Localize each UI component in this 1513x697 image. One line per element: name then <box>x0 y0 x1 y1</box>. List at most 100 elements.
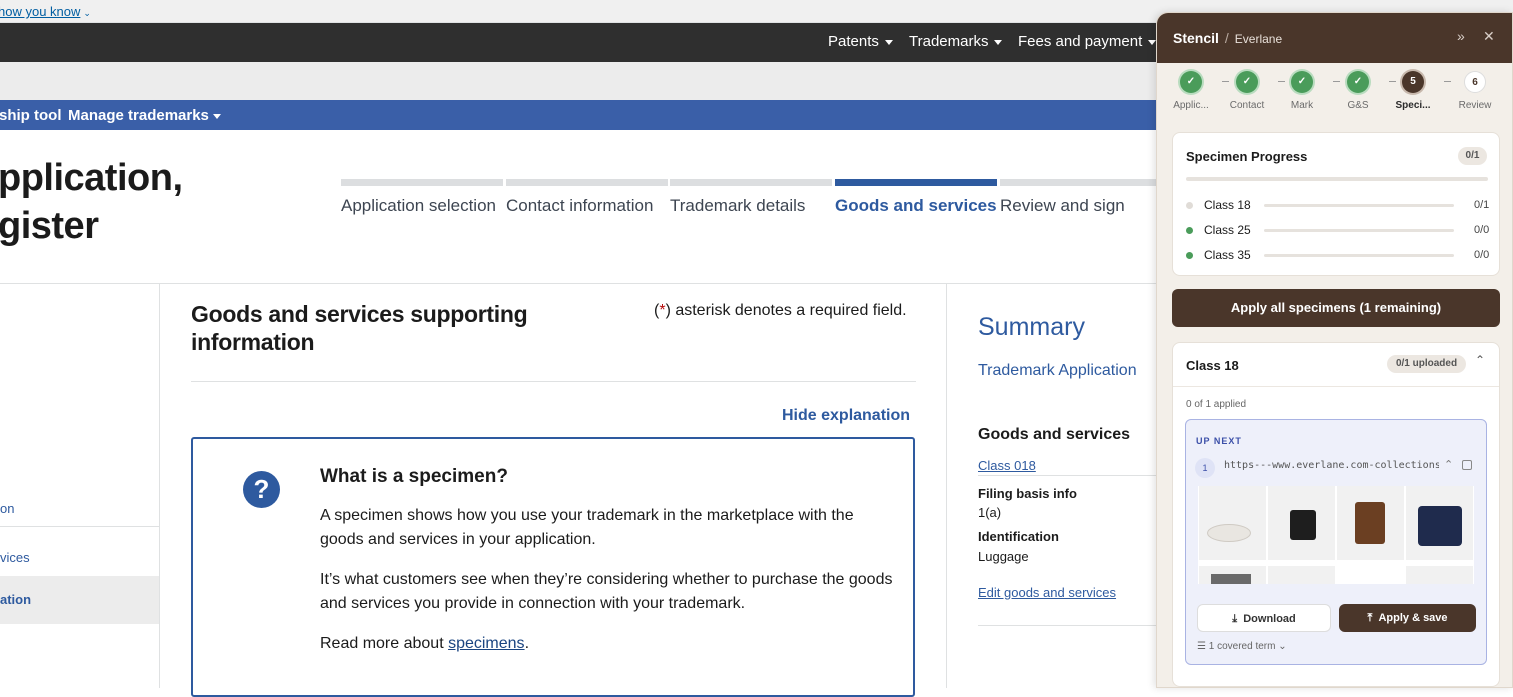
thumbnail-empty <box>1406 566 1473 584</box>
nav-trademarks-label: Trademarks <box>909 33 989 50</box>
class-progress-label: Class 25 <box>1204 223 1251 237</box>
specimen-paragraph-3: Read more about specimens. <box>320 632 900 656</box>
close-icon[interactable]: ✕ <box>1483 28 1495 45</box>
divider <box>978 625 1160 626</box>
bag-shape <box>1418 506 1462 546</box>
up-next-card: UP NEXT 1 https---www.everlane.com-colle… <box>1185 419 1487 665</box>
subnav-manage-trademarks[interactable]: Manage trademarks <box>68 107 221 124</box>
class-progress-bar <box>1264 229 1454 232</box>
sidebar-divider <box>0 526 159 527</box>
stencil-step-label: G&S <box>1347 100 1369 111</box>
covered-term-label: 1 covered term <box>1208 641 1276 652</box>
trademark-application-link[interactable]: Trademark Application <box>978 362 1137 380</box>
bag-shape <box>1290 510 1316 540</box>
download-label: Download <box>1243 613 1296 625</box>
class-progress-label: Class 35 <box>1204 248 1251 262</box>
breadcrumb-separator: / <box>1224 30 1229 46</box>
status-dot <box>1186 202 1193 209</box>
bag-shape <box>1355 502 1385 544</box>
step-label: Contact information <box>506 196 654 215</box>
nav-fees[interactable]: Fees and payment <box>1018 33 1157 50</box>
thumbnail-navy-tote[interactable] <box>1406 486 1473 560</box>
subnav-manage-label: Manage trademarks <box>68 107 209 124</box>
step-trademark-details: Trademark details <box>670 179 832 215</box>
sidebar-item-2[interactable]: vices <box>0 534 159 582</box>
thumbnail-gray-bag[interactable] <box>1199 566 1266 584</box>
step-number: 5 <box>1402 71 1424 93</box>
class-progress-bar <box>1264 204 1454 207</box>
chevron-up-icon[interactable]: ⌃ <box>1475 353 1485 367</box>
step-label: Trademark details <box>670 196 806 215</box>
bag-shape <box>1211 574 1251 584</box>
period: . <box>524 635 530 652</box>
apply-save-button[interactable]: ⤒ Apply & save <box>1339 604 1476 632</box>
stencil-step-4[interactable]: ✓ G&S <box>1330 71 1386 111</box>
stencil-step-3[interactable]: ✓ Mark <box>1274 71 1330 111</box>
step-review-and-sign: Review and sign <box>1000 179 1162 215</box>
step-bar <box>670 179 832 186</box>
thumbnail-belt-bag[interactable] <box>1199 486 1266 560</box>
how-you-know-link[interactable]: how you know ⌄ <box>0 4 91 19</box>
specimen-progress-card: Specimen Progress 0/1 Class 18 0/1 Class 2… <box>1172 132 1500 276</box>
class-progress-count: 0/0 <box>1474 224 1490 236</box>
specimen-title: What is a specimen? <box>320 466 508 487</box>
status-dot <box>1186 227 1193 234</box>
check-icon: ✓ <box>1291 71 1313 93</box>
chevron-up-icon[interactable]: ⌃ <box>1444 458 1453 471</box>
caret-down-icon <box>994 39 1003 45</box>
copy-icon[interactable] <box>1462 460 1472 470</box>
stencil-step-label: Applic... <box>1173 100 1209 111</box>
divider <box>191 381 916 382</box>
progress-badge: 0/1 <box>1458 147 1487 165</box>
specimen-paragraph-2: It’s what customers see when they’re con… <box>320 571 893 612</box>
identification-value: Luggage <box>978 549 1029 564</box>
nav-trademarks[interactable]: Trademarks <box>909 33 1003 50</box>
thumbnail-brown-tote[interactable] <box>1337 486 1404 560</box>
stencil-step-5[interactable]: 5 Speci... <box>1385 71 1441 111</box>
class-progress-bar <box>1264 254 1454 257</box>
thumbnail-white-bag[interactable] <box>1268 566 1335 584</box>
edit-goods-link[interactable]: Edit goods and services <box>978 585 1116 600</box>
divider <box>978 475 1160 476</box>
stencil-step-label: Contact <box>1229 100 1265 111</box>
stencil-step-6[interactable]: 6 Review <box>1447 71 1503 111</box>
stencil-step-1[interactable]: ✓ Applic... <box>1163 71 1219 111</box>
up-next-label: UP NEXT <box>1196 436 1242 446</box>
class-card-title: Class 18 <box>1186 358 1239 373</box>
step-application-selection: Application selection <box>341 179 503 215</box>
stencil-step-2[interactable]: ✓ Contact <box>1219 71 1275 111</box>
specimen-explanation-box: ? What is a specimen? A specimen shows h… <box>191 437 915 697</box>
status-dot <box>1186 252 1193 259</box>
apply-all-specimens-button[interactable]: Apply all specimens (1 remaining) <box>1172 289 1500 327</box>
class-018-link[interactable]: Class 018 <box>978 458 1036 473</box>
download-icon: ⤓ <box>1232 613 1238 625</box>
specimens-link[interactable]: specimens <box>448 635 524 652</box>
step-bar <box>835 179 997 186</box>
class-progress-count: 0/0 <box>1474 249 1490 261</box>
company-name: Everlane <box>1234 32 1283 46</box>
subnav-tool-link[interactable]: ship tool <box>0 107 62 124</box>
divider <box>1173 386 1499 387</box>
section-heading: Goods and services supporting informatio… <box>191 301 528 355</box>
apply-save-label: Apply & save <box>1378 612 1448 624</box>
specimen-paragraph-1: A specimen shows how you use your tradem… <box>320 507 854 548</box>
list-icon: ☰ <box>1197 641 1206 652</box>
download-button[interactable]: ⤓ Download <box>1197 604 1331 632</box>
uploaded-badge: 0/1 uploaded <box>1387 355 1466 373</box>
sidebar-item-active[interactable]: ation <box>0 576 159 624</box>
check-icon: ✓ <box>1236 71 1258 93</box>
covered-term-toggle[interactable]: ☰ 1 covered term ⌄ <box>1197 641 1287 652</box>
overall-progress-bar <box>1186 177 1488 181</box>
thumbnail-black-bucket[interactable] <box>1268 486 1335 560</box>
item-number: 1 <box>1195 458 1215 478</box>
chevron-down-icon: ⌄ <box>83 8 91 18</box>
step-label: Application selection <box>341 196 496 215</box>
upload-icon: ⤒ <box>1367 612 1373 624</box>
hide-explanation-button[interactable]: Hide explanation <box>782 407 910 425</box>
stencil-brand: Stencil / Everlane <box>1173 30 1282 46</box>
collapse-icon[interactable]: » <box>1457 28 1465 44</box>
stencil-step-label: Mark <box>1290 100 1314 111</box>
caret-down-icon <box>884 39 893 45</box>
filing-basis-label: Filing basis info <box>978 486 1077 501</box>
nav-patents[interactable]: Patents <box>828 33 893 50</box>
